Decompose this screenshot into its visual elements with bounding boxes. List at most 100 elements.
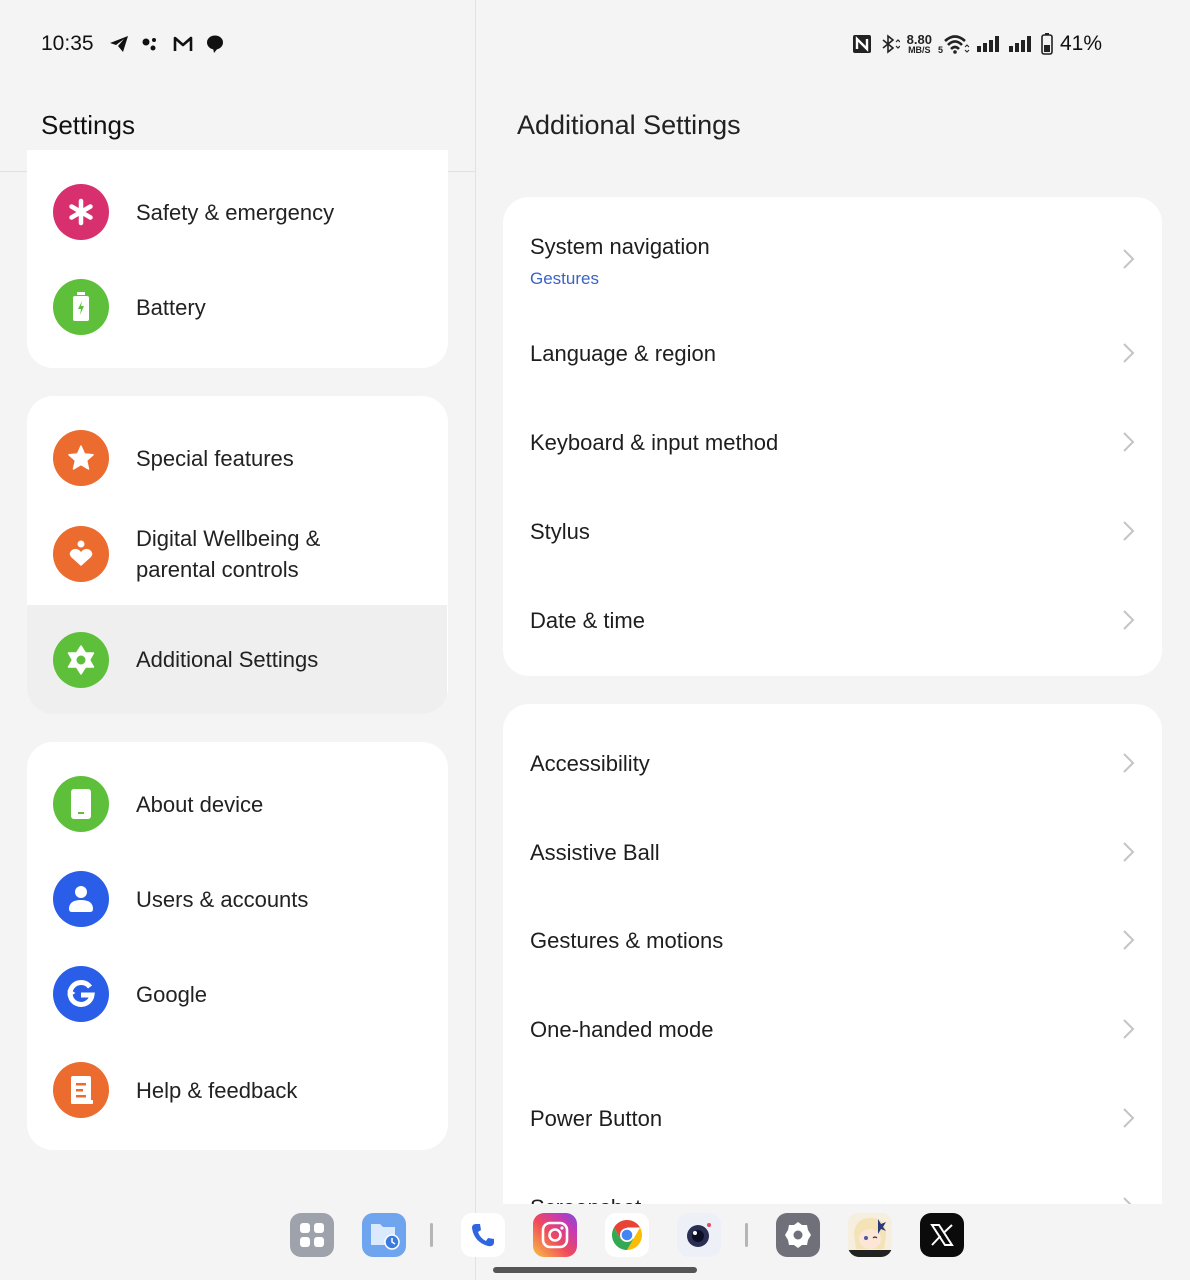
list-item-screenshot[interactable]: Screenshot: [503, 1163, 1161, 1204]
chevron-right-icon: [1123, 610, 1135, 630]
list-item-keyboard-input[interactable]: Keyboard & input method: [503, 398, 1161, 486]
sidebar-item-help-feedback[interactable]: Help & feedback: [27, 1050, 447, 1130]
battery-icon: [1040, 33, 1054, 55]
sidebar-item-users-accounts[interactable]: Users & accounts: [27, 859, 447, 939]
sidebar-item-label: Special features: [136, 445, 294, 471]
chevron-right-icon: [1123, 930, 1135, 950]
sidebar-item-google[interactable]: Google: [27, 954, 447, 1034]
sidebar-item-label-line2: parental controls: [136, 557, 299, 582]
chevron-right-icon: [1123, 343, 1135, 363]
list-item-label: Stylus: [530, 519, 590, 544]
phone-device-icon: [53, 776, 109, 832]
dock-genshin-game[interactable]: [848, 1213, 892, 1257]
sidebar-item-label: About device: [136, 791, 264, 817]
dock-x[interactable]: [920, 1213, 964, 1257]
additional-settings-group-2: Accessibility Assistive Ball Gestures & …: [503, 704, 1162, 1204]
battery-percent: 41%: [1059, 32, 1102, 55]
sidebar-item-digital-wellbeing[interactable]: Digital Wellbeing & parental controls: [27, 514, 447, 594]
camera-icon: [687, 1223, 711, 1247]
sidebar-item-battery[interactable]: Battery: [27, 267, 447, 347]
list-item-accessibility[interactable]: Accessibility: [503, 719, 1161, 807]
list-item-power-button[interactable]: Power Button: [503, 1074, 1161, 1162]
dock-file-manager[interactable]: [362, 1213, 406, 1257]
phone-icon: [472, 1224, 494, 1247]
list-item-label: Accessibility: [530, 751, 650, 776]
x-logo-icon: [930, 1224, 954, 1246]
google-icon: [53, 966, 109, 1022]
chevron-right-icon: [1123, 1019, 1135, 1039]
sidebar-item-additional-settings[interactable]: Additional Settings: [27, 605, 447, 714]
sidebar-item-label: Additional Settings: [136, 647, 319, 672]
settings-group-2: Special features Digital Wellbeing & par…: [27, 396, 448, 714]
chevron-right-icon: [1123, 249, 1135, 269]
sidebar-item-label: Battery: [136, 294, 206, 320]
dock-app-drawer[interactable]: [290, 1213, 334, 1257]
list-item-label: Assistive Ball: [530, 840, 660, 865]
list-item-label: One-handed mode: [530, 1017, 714, 1042]
signal-icon: [1008, 33, 1034, 55]
status-bar-right: 8.80 MB/S 5 41%: [851, 30, 1102, 58]
sidebar-item-about-device[interactable]: About device: [27, 764, 447, 844]
dock-settings[interactable]: [776, 1213, 820, 1257]
app-grid-icon: [300, 1223, 324, 1247]
wifi-badge: 5: [938, 45, 943, 55]
list-item-assistive-ball[interactable]: Assistive Ball: [503, 808, 1161, 896]
gear-icon: [53, 631, 109, 688]
dock-instagram[interactable]: [533, 1213, 577, 1257]
settings-gear-icon: [785, 1222, 811, 1248]
user-icon: [53, 871, 109, 927]
list-item-label: Power Button: [530, 1106, 663, 1131]
chevron-right-icon: [1123, 521, 1135, 541]
sidebar-item-label: Safety & emergency: [136, 199, 335, 225]
dock-separator: [745, 1223, 748, 1247]
screen: 10:35 8.80 MB/S 5 41% Settings Safety & …: [0, 0, 1190, 1280]
list-item-system-navigation[interactable]: System navigation Gestures: [503, 197, 1161, 317]
page-title: Settings: [41, 110, 135, 140]
sidebar-item-safety-emergency[interactable]: Safety & emergency: [27, 172, 447, 252]
settings-group-1: Safety & emergency Battery: [27, 150, 448, 368]
chevron-right-icon: [1123, 1197, 1132, 1204]
settings-sidebar: Settings Safety & emergency Battery Spec…: [0, 0, 476, 1280]
network-speed-unit: MB/S: [908, 45, 931, 55]
additional-settings-group-1: System navigation Gestures Language & re…: [503, 197, 1162, 676]
wifi-icon: 5: [938, 33, 970, 55]
battery-icon: [53, 279, 109, 335]
dock-separator: [430, 1223, 433, 1247]
folder-clock-icon: [371, 1224, 400, 1250]
chevron-right-icon: [1123, 842, 1135, 862]
list-item-stylus[interactable]: Stylus: [503, 487, 1161, 575]
signal-icon: [976, 33, 1002, 55]
help-book-icon: [53, 1062, 109, 1118]
sidebar-item-label: Users & accounts: [136, 886, 309, 912]
dock-camera[interactable]: [677, 1213, 721, 1257]
instagram-icon: [541, 1221, 569, 1249]
list-item-label: Screenshot: [530, 1195, 641, 1204]
sidebar-item-label: Google: [136, 981, 207, 1007]
list-item-gestures-motions[interactable]: Gestures & motions: [503, 896, 1161, 984]
list-item-language-region[interactable]: Language & region: [503, 310, 1161, 398]
list-item-label: Language & region: [530, 341, 716, 366]
chevron-right-icon: [1123, 432, 1135, 452]
sidebar-item-special-features[interactable]: Special features: [27, 418, 447, 498]
list-item-date-time[interactable]: Date & time: [503, 576, 1161, 664]
dock-phone[interactable]: [461, 1213, 505, 1257]
list-item-label: System navigation: [530, 234, 710, 259]
list-item-label: Keyboard & input method: [530, 430, 779, 455]
home-gesture-bar[interactable]: [493, 1267, 697, 1273]
game-character-icon: [848, 1213, 892, 1257]
list-item-one-handed-mode[interactable]: One-handed mode: [503, 985, 1161, 1073]
dock-chrome[interactable]: [605, 1213, 649, 1257]
asterisk-icon: [53, 184, 109, 240]
sidebar-item-label: Help & feedback: [136, 1077, 298, 1103]
wellbeing-heart-icon: [53, 526, 109, 582]
chevron-right-icon: [1123, 1108, 1135, 1128]
star-icon: [53, 430, 109, 486]
sidebar-item-label: Digital Wellbeing & parental controls: [136, 523, 320, 585]
list-item-subtitle: Gestures: [530, 269, 599, 288]
detail-title: Additional Settings: [517, 110, 741, 140]
settings-group-3: About device Users & accounts Google Hel…: [27, 742, 448, 1150]
chrome-icon: [611, 1220, 643, 1250]
chevron-right-icon: [1123, 753, 1135, 773]
nfc-icon: [851, 33, 873, 55]
network-speed: 8.80 MB/S: [907, 33, 932, 55]
